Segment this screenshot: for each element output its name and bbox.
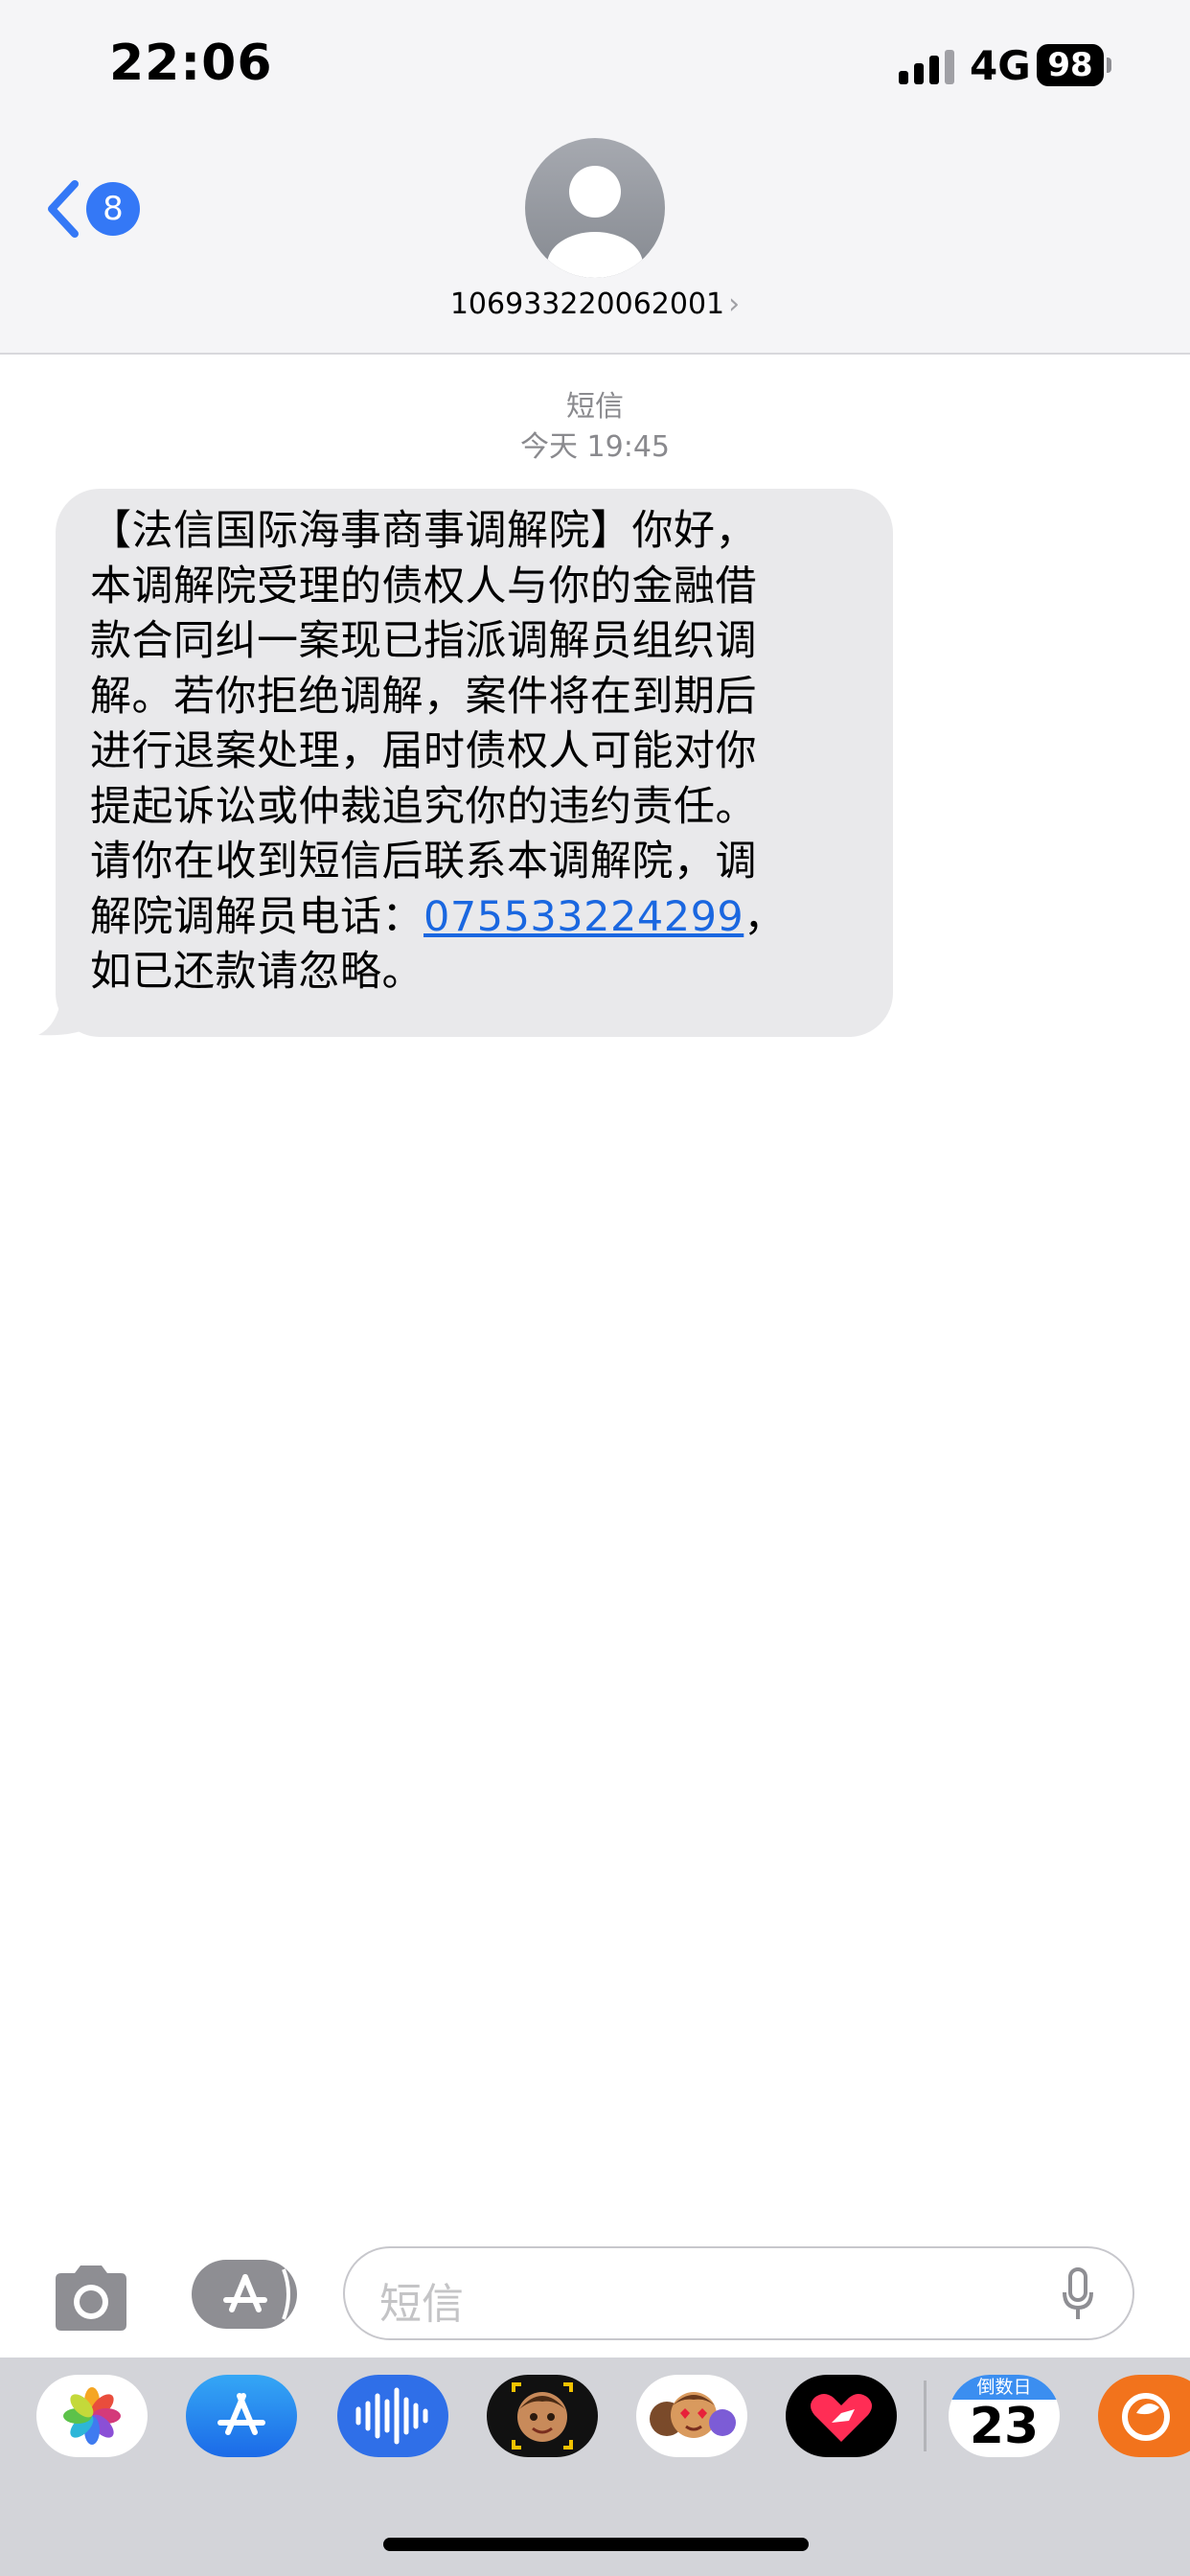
battery-level: 98 [1037, 44, 1104, 86]
chevron-right-icon: › [728, 288, 741, 321]
message-line: 请你在收到短信后联系本调解院，调 [90, 838, 757, 886]
status-time: 22:06 [109, 34, 273, 92]
message-line: 提起诉讼或仲裁追究你的违约责任。 [90, 782, 757, 831]
countdown-value: 23 [969, 2398, 1040, 2455]
message-timestamp: 今天 19:45 [520, 430, 670, 464]
network-type-label: 4G [970, 42, 1031, 89]
message-text: 【法信国际海事商事调解院】你好， 本调解院受理的债权人与你的金融借 款合同纠一案… [90, 504, 860, 1000]
digital-touch-icon[interactable] [786, 2375, 897, 2457]
message-line: 【法信国际海事商事调解院】你好， [90, 507, 757, 555]
message-line: 解院调解员电话：075533224299， [90, 890, 860, 946]
battery-icon: 98 [1037, 44, 1111, 86]
message-line: 款合同纠一案现已指派调解员组织调 [90, 617, 757, 665]
message-input[interactable]: 短信 [343, 2246, 1134, 2340]
thread-meta: 短信 今天 19:45 [0, 387, 1190, 468]
back-button[interactable]: 8 [38, 172, 144, 245]
message-placeholder: 短信 [379, 2280, 464, 2329]
back-chevron-icon [48, 180, 79, 238]
contact-name-row[interactable]: 106933220062001 › [0, 288, 1190, 321]
home-indicator[interactable] [383, 2538, 809, 2551]
conversation-header: 22:06 4G 98 8 106933220062001 › [0, 0, 1190, 355]
service-label: 短信 [566, 390, 624, 424]
squirrel-app-icon[interactable] [1098, 2375, 1190, 2457]
messages-screen: 22:06 4G 98 8 106933220062001 › 短信 今天 19… [0, 0, 1190, 2576]
message-line: 如已还款请忽略。 [90, 948, 423, 996]
battery-nub [1107, 58, 1111, 73]
app-store-icon[interactable] [192, 2260, 297, 2329]
photos-app-icon[interactable] [36, 2375, 148, 2457]
message-line: 进行退案处理，届时债权人可能对你 [90, 727, 757, 775]
avatar-icon[interactable] [525, 138, 665, 278]
phone-suffix: ， [744, 892, 786, 941]
unread-count-badge: 8 [86, 182, 140, 236]
drawer-divider [924, 2380, 927, 2451]
message-line: 本调解院受理的债权人与你的金融借 [90, 562, 757, 610]
countdown-app-icon[interactable]: 倒数日 23 [949, 2375, 1060, 2457]
memoji-icon[interactable] [487, 2375, 598, 2457]
countdown-title: 倒数日 [949, 2375, 1060, 2400]
message-line: 解。若你拒绝调解，案件将在到期后 [90, 672, 757, 721]
camera-icon[interactable] [48, 2262, 134, 2334]
phone-number-link[interactable]: 075533224299 [423, 893, 744, 941]
contact-number: 106933220062001 [449, 288, 725, 321]
audio-message-icon[interactable] [337, 2375, 448, 2457]
signal-icon [899, 50, 954, 84]
phone-prefix: 解院调解员电话： [90, 892, 423, 941]
incoming-message-bubble[interactable]: 【法信国际海事商事调解院】你好， 本调解院受理的债权人与你的金融借 款合同纠一案… [56, 489, 893, 1037]
mic-icon[interactable] [1062, 2267, 1094, 2321]
memoji-stickers-icon[interactable] [636, 2375, 747, 2457]
app-store-app-icon[interactable] [186, 2375, 297, 2457]
